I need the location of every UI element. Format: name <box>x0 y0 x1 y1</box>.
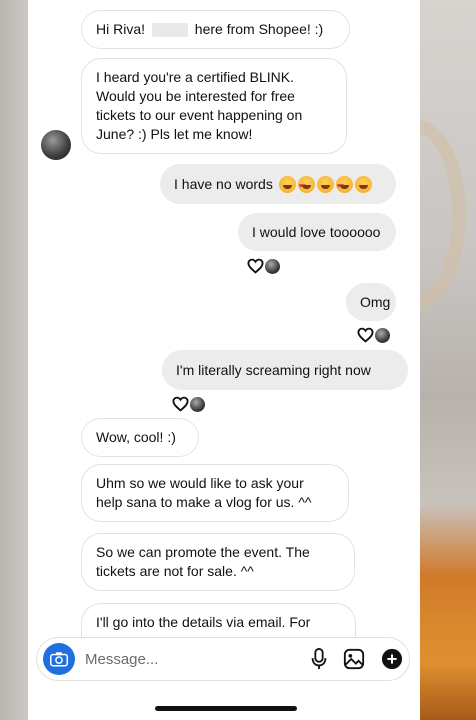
incoming-message[interactable]: Wow, cool! :) <box>81 418 199 457</box>
message-text: So we can promote the event. The tickets… <box>96 544 310 579</box>
message-text: Uhm so we would like to ask your help sa… <box>96 475 312 510</box>
gallery-button[interactable] <box>342 647 366 671</box>
message-text: I have no words <box>174 176 273 192</box>
laughing-emoji-icon <box>278 175 296 193</box>
heart-icon <box>172 396 189 412</box>
message-reaction[interactable] <box>172 396 205 412</box>
camera-icon <box>50 652 68 667</box>
message-text: Wow, cool! :) <box>96 429 176 445</box>
incoming-message[interactable]: I heard you're a certified BLINK. Would … <box>81 58 347 154</box>
reactor-avatar <box>190 396 205 412</box>
message-text: I would love toooooo <box>252 224 381 240</box>
redacted-name <box>151 23 188 38</box>
message-reaction[interactable] <box>357 327 390 343</box>
home-indicator <box>155 706 297 711</box>
sender-avatar[interactable] <box>41 130 71 160</box>
message-reaction[interactable] <box>247 258 280 274</box>
incoming-message[interactable]: So we can promote the event. The tickets… <box>81 533 355 591</box>
laughing-emoji-icon <box>316 175 334 193</box>
message-text: I'll go into the details via email. For <box>96 614 311 630</box>
heart-eyes-emoji-icon <box>297 175 315 196</box>
incoming-message[interactable]: Uhm so we would like to ask your help sa… <box>81 464 349 522</box>
reactor-avatar <box>265 258 280 274</box>
message-composer[interactable]: Message... <box>36 637 410 681</box>
heart-icon <box>357 327 374 343</box>
outgoing-message[interactable]: I'm literally screaming right now <box>162 350 408 390</box>
gallery-icon <box>343 648 365 670</box>
outgoing-message[interactable]: I would love toooooo <box>238 213 396 251</box>
add-button[interactable] <box>380 647 404 671</box>
camera-button[interactable] <box>43 643 75 675</box>
incoming-message[interactable]: I'll go into the details via email. For <box>81 603 356 637</box>
message-text: Omg <box>360 294 391 310</box>
message-input[interactable]: Message... <box>85 651 158 668</box>
message-text: I heard you're a certified BLINK. Would … <box>96 69 303 142</box>
message-text: I'm literally screaming right now <box>176 362 371 378</box>
incoming-message[interactable]: Hi Riva! here from Shopee! :) <box>81 10 350 49</box>
chat-screen[interactable]: Hi Riva! here from Shopee! :) I heard yo… <box>28 0 420 720</box>
background-right <box>368 0 476 720</box>
message-text: here from Shopee! :) <box>194 21 324 37</box>
microphone-button[interactable] <box>307 647 331 671</box>
outgoing-message[interactable]: I have no words <box>160 164 396 204</box>
heart-icon <box>247 258 264 274</box>
laughing-emoji-icon <box>354 175 372 193</box>
add-icon <box>381 648 403 670</box>
message-text: Hi Riva! <box>96 21 146 37</box>
reactor-avatar <box>375 327 390 343</box>
microphone-icon <box>311 648 327 670</box>
outgoing-message[interactable]: Omg <box>346 283 396 321</box>
heart-eyes-emoji-icon <box>335 175 353 196</box>
